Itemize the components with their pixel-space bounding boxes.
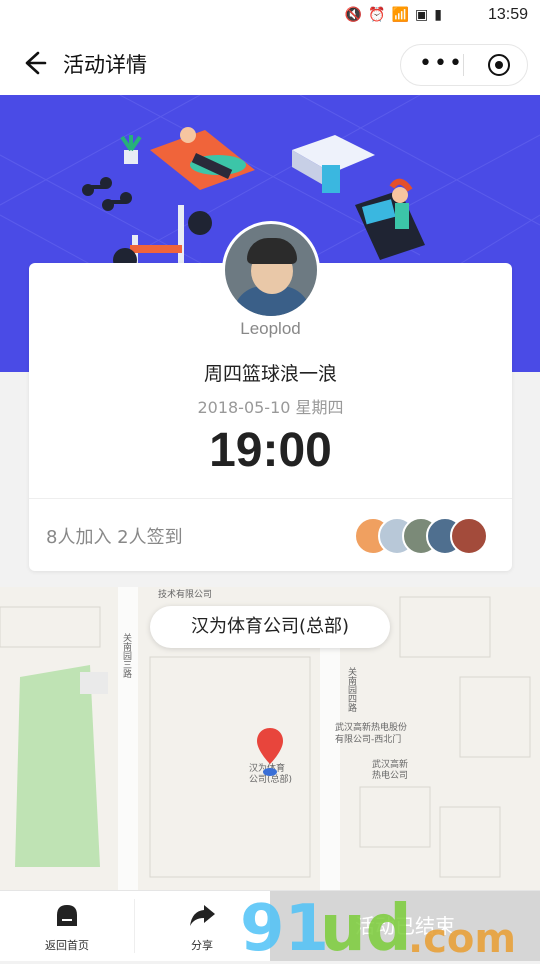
- card-divider: [29, 498, 512, 499]
- page-title: 活动详情: [63, 53, 147, 77]
- participant-stats[interactable]: 8人加入 2人签到: [46, 523, 183, 549]
- bottom-action-bar: 返回首页 分享 活动已结束: [0, 890, 540, 961]
- organizer-name: Leoplod: [240, 319, 301, 338]
- nav-bar: 活动详情 •••: [0, 32, 540, 95]
- map-pin-icon[interactable]: [255, 726, 285, 778]
- mini-program-capsule: •••: [400, 44, 528, 86]
- participant-avatars[interactable]: [354, 517, 494, 555]
- more-icon[interactable]: •••: [419, 51, 464, 76]
- location-name-bubble[interactable]: 汉为体育公司(总部): [150, 606, 390, 648]
- event-title: 周四篮球浪一浪: [203, 363, 337, 385]
- event-time: 19:00: [209, 424, 332, 477]
- capsule-divider: [463, 54, 464, 76]
- status-time: 13:59: [487, 6, 528, 23]
- map-label: 有限公司-西北门: [335, 735, 402, 745]
- event-ended-button[interactable]: 活动已结束: [270, 891, 540, 961]
- avatar-hair-shape: [247, 238, 297, 264]
- status-bar: 🔇⏰📶▣▮ 13:59: [0, 0, 540, 32]
- map-label: 关南园三路: [121, 633, 131, 678]
- close-target-icon[interactable]: [488, 54, 510, 76]
- back-arrow-icon[interactable]: [18, 48, 48, 78]
- event-date: 2018-05-10 星期四: [197, 398, 344, 417]
- map-label: 热电公司: [372, 771, 409, 781]
- share-label: 分享: [191, 939, 213, 952]
- status-icons: 🔇⏰📶▣▮: [344, 7, 448, 23]
- participant-avatar: [450, 517, 488, 555]
- home-button[interactable]: 返回首页: [0, 891, 134, 961]
- share-button[interactable]: 分享: [135, 891, 269, 961]
- home-icon: [57, 905, 77, 926]
- organizer-avatar[interactable]: [222, 221, 320, 319]
- map-label: 关南园四路: [346, 667, 356, 712]
- map-label: 技术有限公司: [158, 590, 213, 600]
- home-label: 返回首页: [45, 939, 89, 952]
- share-icon: [190, 905, 215, 926]
